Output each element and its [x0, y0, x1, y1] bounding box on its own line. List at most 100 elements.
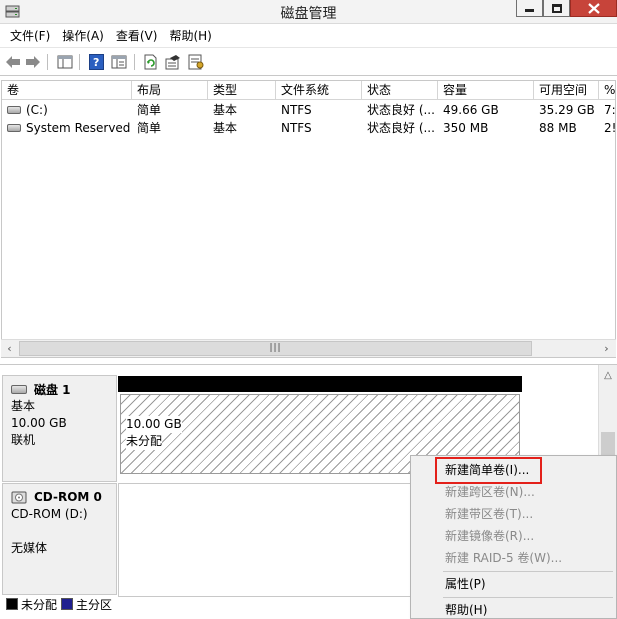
disk-1-name: 磁盘 1: [34, 382, 71, 397]
disk-1-kind: 基本: [11, 399, 36, 413]
cdrom-0-kind: CD-ROM (D:): [11, 507, 88, 521]
refresh-icon: [144, 54, 157, 69]
disk-1-name-row: 磁盘 1: [11, 380, 116, 398]
volume-name: (C:): [26, 103, 48, 117]
scroll-right-arrow-icon[interactable]: ›: [598, 340, 615, 357]
menu-file[interactable]: 文件(F): [4, 27, 56, 44]
close-button[interactable]: [570, 0, 617, 17]
horizontal-scroll-thumb[interactable]: |||: [19, 341, 532, 356]
filesystem-cell: NTFS: [281, 121, 312, 135]
forward-arrow-icon: [25, 55, 40, 68]
properties-icon: [111, 55, 126, 68]
scroll-up-arrow-icon[interactable]: △: [599, 367, 617, 384]
cdrom-0-name: CD-ROM 0: [34, 490, 102, 504]
menu-view[interactable]: 查看(V): [110, 27, 164, 44]
minimize-icon: [525, 8, 534, 12]
show-hide-console-tree-icon: [57, 55, 72, 68]
volume-drive-icon: [7, 106, 21, 114]
menu-help[interactable]: 帮助(H): [163, 27, 217, 44]
table-row[interactable]: System Reserved 简单 基本 NTFS 状态良好 (... 350…: [2, 119, 616, 137]
menu-item-properties[interactable]: 属性(P): [445, 574, 486, 594]
settings-button[interactable]: [187, 53, 204, 70]
console-tree-button[interactable]: [56, 53, 73, 70]
cd-rom-icon: [11, 491, 27, 503]
settings-icon: [188, 54, 203, 69]
column-header-percent-free[interactable]: %: [599, 81, 615, 100]
column-header-type[interactable]: 类型: [208, 81, 276, 100]
toolbar-separator: [47, 54, 48, 70]
primary-partition-legend-swatch: [61, 598, 74, 610]
menu-separator: [443, 597, 613, 598]
cdrom-0-label[interactable]: CD-ROM 0 CD-ROM (D:) 无媒体: [2, 483, 117, 595]
svg-text:?: ?: [93, 56, 99, 69]
disk-1-size: 10.00 GB: [11, 416, 67, 430]
context-menu: 新建简单卷(I)... 新建跨区卷(N)... 新建带区卷(T)... 新建镜像…: [410, 455, 617, 619]
hard-disk-icon: [11, 384, 27, 394]
menu-item-new-raid5-volume[interactable]: 新建 RAID-5 卷(W)...: [445, 548, 562, 568]
maximize-button[interactable]: [543, 0, 570, 17]
status-cell: 状态良好 (...: [367, 103, 435, 117]
partition-size: 10.00 GB: [126, 416, 182, 433]
help-button[interactable]: ?: [88, 53, 105, 70]
unallocated-partition-header[interactable]: [118, 376, 522, 392]
rescan-disks-icon: [165, 54, 180, 69]
column-header-status[interactable]: 状态: [362, 81, 438, 100]
table-row[interactable]: (C:) 简单 基本 NTFS 状态良好 (... 49.66 GB 35.29…: [2, 101, 616, 119]
back-button[interactable]: [4, 53, 21, 70]
menu-item-help[interactable]: 帮助(H): [445, 600, 487, 619]
volume-drive-icon: [7, 124, 21, 132]
toolbar: ?: [0, 47, 617, 76]
volume-name: System Reserved: [26, 121, 131, 135]
cdrom-0-name-row: CD-ROM 0: [11, 488, 116, 506]
free-space-cell: 35.29 GB: [539, 103, 595, 117]
column-header-layout[interactable]: 布局: [132, 81, 208, 100]
legend-label-primary-partition: 主分区: [76, 597, 113, 612]
toolbar-separator: [134, 54, 135, 70]
close-icon: [587, 2, 600, 14]
maximize-icon: [551, 3, 562, 13]
layout-cell: 简单: [137, 121, 162, 135]
volume-list: 卷 布局 类型 文件系统 状态 容量 可用空间 % (C:) 简单 基本 NTF…: [1, 80, 616, 358]
volume-cell: System Reserved: [2, 119, 132, 137]
menu-item-new-simple-volume[interactable]: 新建简单卷(I)...: [445, 460, 529, 480]
refresh-button[interactable]: [142, 53, 159, 70]
layout-cell: 简单: [137, 103, 162, 117]
rescan-disks-button[interactable]: [164, 53, 181, 70]
volume-list-horizontal-scrollbar[interactable]: ‹ ||| ›: [1, 339, 616, 357]
unallocated-legend-swatch: [6, 598, 18, 610]
forward-button[interactable]: [24, 53, 41, 70]
percent-free-cell: 2!: [604, 121, 616, 135]
free-space-cell: 88 MB: [539, 121, 577, 135]
menu-separator: [443, 571, 613, 572]
disk-1-state: 联机: [11, 433, 36, 447]
menu-item-new-striped-volume[interactable]: 新建带区卷(T)...: [445, 504, 533, 524]
column-header-free-space[interactable]: 可用空间: [534, 81, 599, 100]
properties-view-button[interactable]: [110, 53, 127, 70]
cdrom-0-state: 无媒体: [11, 541, 48, 555]
column-header-volume[interactable]: 卷: [2, 81, 132, 100]
menu-item-new-mirrored-volume[interactable]: 新建镜像卷(R)...: [445, 526, 534, 546]
title-bar: 磁盘管理: [0, 0, 617, 24]
menu-bar: 文件(F) 操作(A) 查看(V) 帮助(H): [0, 24, 617, 46]
partition-status: 未分配: [126, 433, 163, 450]
status-cell: 状态良好 (...: [367, 121, 435, 135]
back-arrow-icon: [5, 55, 20, 68]
column-header-capacity[interactable]: 容量: [438, 81, 534, 100]
minimize-button[interactable]: [516, 0, 543, 17]
menu-item-new-spanned-volume[interactable]: 新建跨区卷(N)...: [445, 482, 535, 502]
legend-label-unallocated: 未分配: [21, 597, 58, 612]
capacity-cell: 350 MB: [443, 121, 489, 135]
toolbar-separator: [79, 54, 80, 70]
type-cell: 基本: [213, 103, 238, 117]
help-icon: ?: [89, 53, 104, 70]
percent-free-cell: 7:: [604, 103, 616, 117]
disk-1-label[interactable]: 磁盘 1 基本 10.00 GB 联机: [2, 375, 117, 482]
capacity-cell: 49.66 GB: [443, 103, 499, 117]
partition-legend: 未分配 主分区: [2, 595, 112, 613]
filesystem-cell: NTFS: [281, 103, 312, 117]
column-header-filesystem[interactable]: 文件系统: [276, 81, 362, 100]
volume-cell: (C:): [2, 101, 132, 119]
type-cell: 基本: [213, 121, 238, 135]
scroll-left-arrow-icon[interactable]: ‹: [1, 340, 18, 357]
menu-action[interactable]: 操作(A): [56, 27, 110, 44]
